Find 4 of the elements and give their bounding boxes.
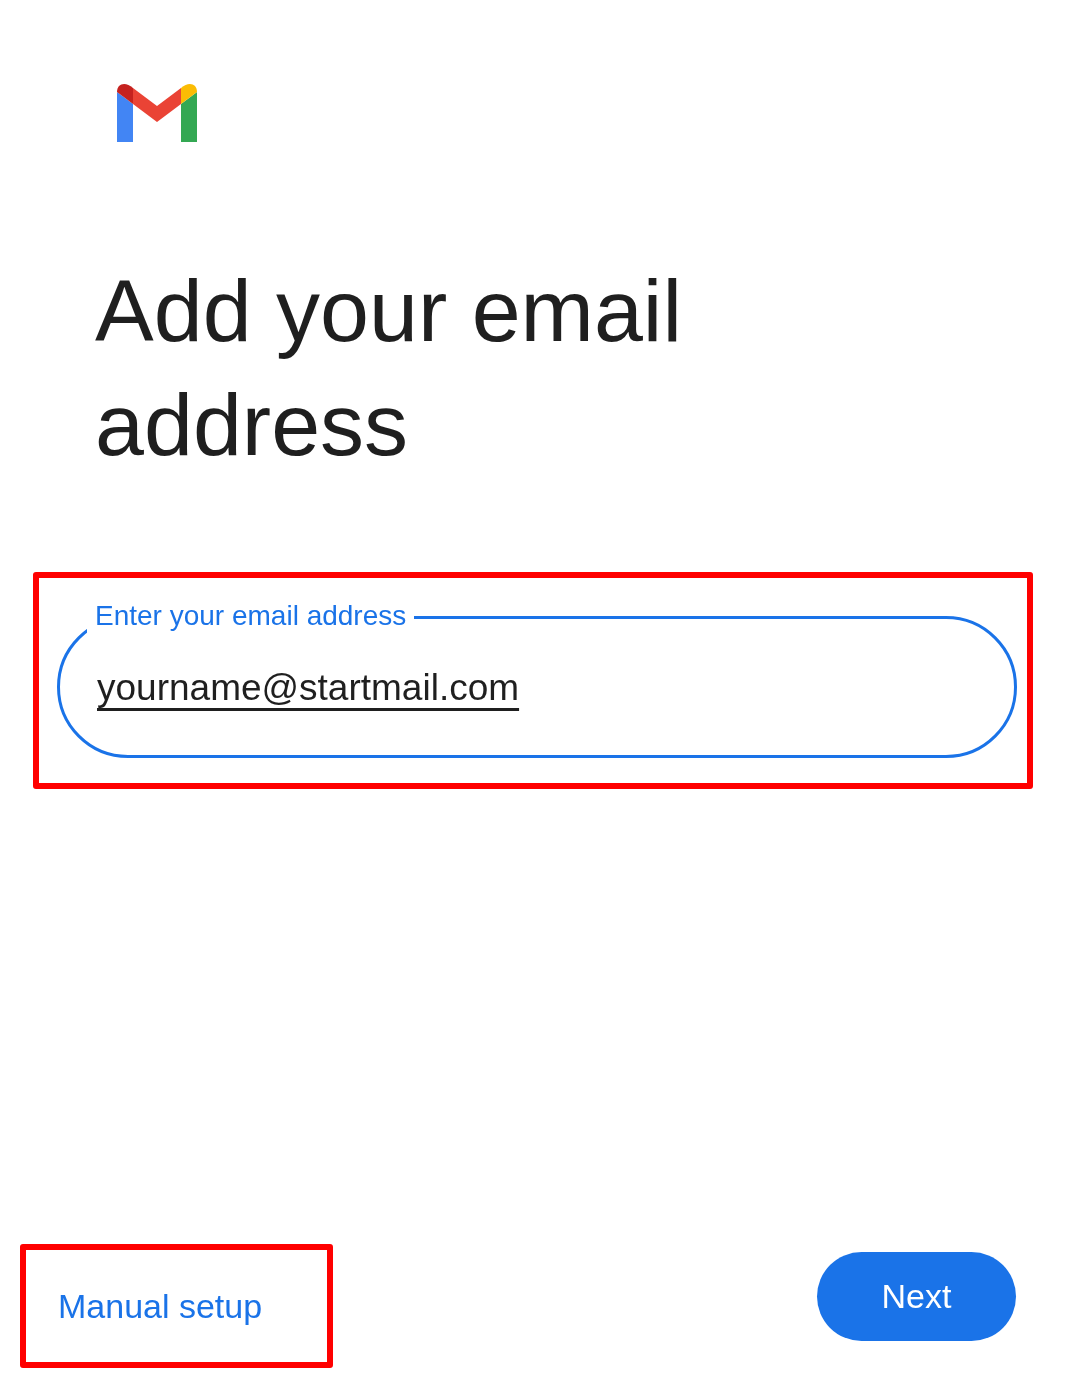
page-title: Add your email address xyxy=(95,260,683,476)
manual-setup-link[interactable]: Manual setup xyxy=(58,1280,263,1332)
next-button[interactable]: Next xyxy=(817,1251,1016,1341)
email-input[interactable]: yourname@startmail.com xyxy=(97,663,897,713)
